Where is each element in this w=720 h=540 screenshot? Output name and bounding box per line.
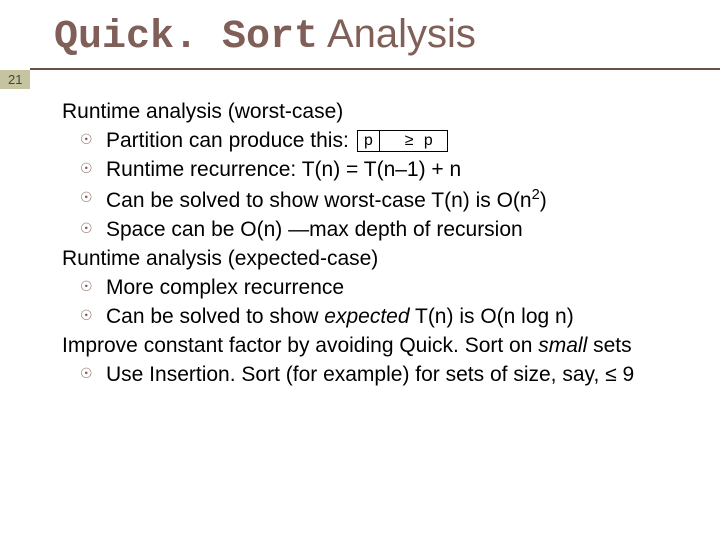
slide-title: Quick. Sort Analysis bbox=[0, 0, 720, 68]
section-header: Improve constant factor by avoiding Quic… bbox=[62, 332, 684, 361]
title-code: Quick. Sort bbox=[54, 15, 318, 60]
section-header: Runtime analysis (worst-case) bbox=[62, 98, 684, 127]
bullet-text-post: T(n) is O(n log n) bbox=[410, 305, 574, 328]
title-rest: Analysis bbox=[318, 12, 476, 56]
section-text-em: small bbox=[538, 334, 587, 357]
bullet-text-post: ) bbox=[540, 189, 547, 212]
bullet-item: More complex recurrence bbox=[62, 274, 684, 303]
bullet-item: Can be solved to show worst-case T(n) is… bbox=[62, 185, 684, 216]
section-header: Runtime analysis (expected-case) bbox=[62, 245, 684, 274]
bullet-item: Can be solved to show expected T(n) is O… bbox=[62, 303, 684, 332]
bullet-item: Partition can produce this: p≥ p bbox=[62, 127, 684, 156]
page-number-badge: 21 bbox=[0, 70, 30, 89]
bullet-item: Space can be O(n) —max depth of recursio… bbox=[62, 216, 684, 245]
section-text-pre: Improve constant factor by avoiding Quic… bbox=[62, 334, 538, 357]
bullet-text-pre: Can be solved to show bbox=[106, 305, 324, 328]
bullet-text-pre: Can be solved to show worst-case T(n) is… bbox=[106, 189, 532, 212]
partition-diagram: p≥ p bbox=[357, 130, 448, 152]
slide-body: Runtime analysis (worst-case) Partition … bbox=[0, 70, 720, 390]
superscript: 2 bbox=[532, 187, 540, 203]
partition-cell-p: p bbox=[358, 131, 381, 151]
section-text-post: sets bbox=[587, 334, 631, 357]
bullet-text: Partition can produce this: bbox=[106, 129, 355, 152]
bullet-item: Runtime recurrence: T(n) = T(n–1) + n bbox=[62, 156, 684, 185]
bullet-text-em: expected bbox=[324, 305, 409, 328]
bullet-item: Use Insertion. Sort (for example) for se… bbox=[62, 361, 684, 390]
partition-cell-rest: ≥ p bbox=[380, 131, 447, 151]
